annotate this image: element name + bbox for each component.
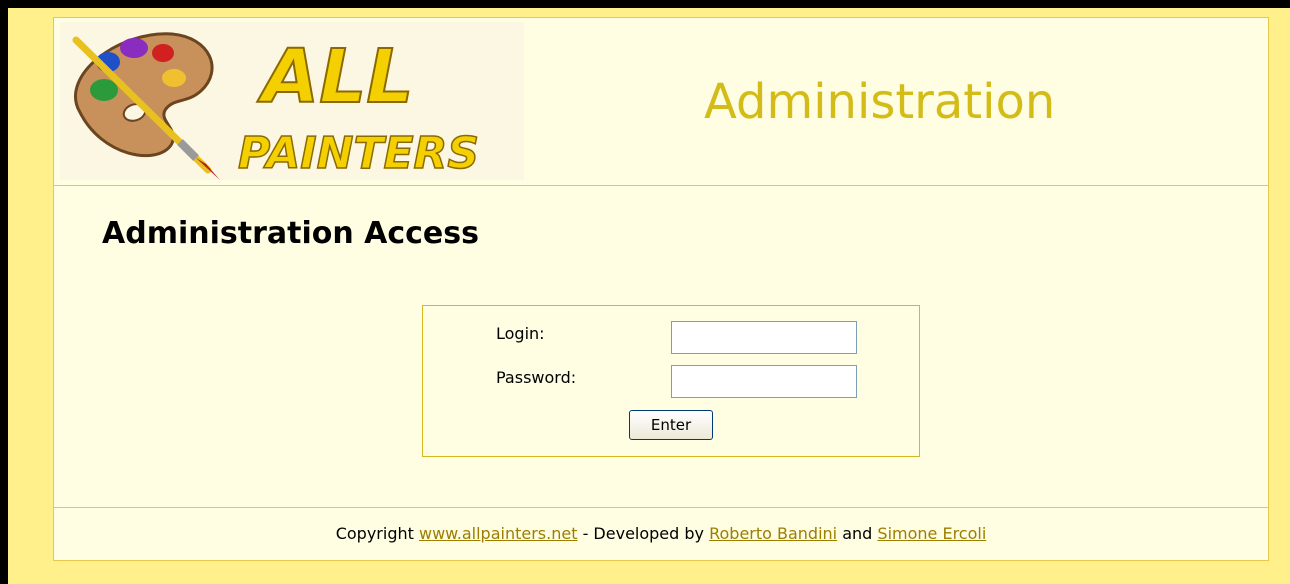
allpainters-logo[interactable]: ALL PAINTERS [60, 22, 524, 180]
and-text: and [837, 524, 878, 543]
copyright-text: Copyright [335, 524, 419, 543]
palette-logo-icon: ALL PAINTERS [72, 32, 480, 180]
author-link-roberto-bandini[interactable]: Roberto Bandini [709, 524, 837, 543]
password-label: Password: [496, 368, 577, 387]
page-container: ALL PAINTERS Administration Administrati… [53, 17, 1269, 561]
page-title: Administration Access [102, 216, 479, 251]
header-title: Administration [704, 74, 1056, 130]
browser-frame: ALL PAINTERS Administration Administrati… [0, 0, 1290, 584]
site-header: ALL PAINTERS Administration [54, 18, 1268, 186]
developed-by-text: - Developed by [577, 524, 710, 543]
enter-button[interactable]: Enter [629, 410, 713, 440]
login-input[interactable] [671, 321, 857, 354]
site-link[interactable]: www.allpainters.net [419, 524, 578, 543]
site-footer: Copyright www.allpainters.net - Develope… [54, 508, 1268, 560]
login-label: Login: [496, 324, 545, 343]
author-link-simone-ercoli[interactable]: Simone Ercoli [877, 524, 986, 543]
main-content: Administration Access Login: Password: E… [54, 186, 1268, 508]
svg-text:PAINTERS: PAINTERS [238, 128, 479, 179]
svg-text:ALL: ALL [257, 34, 414, 120]
password-input[interactable] [671, 365, 857, 398]
login-form: Login: Password: Enter [422, 305, 920, 457]
